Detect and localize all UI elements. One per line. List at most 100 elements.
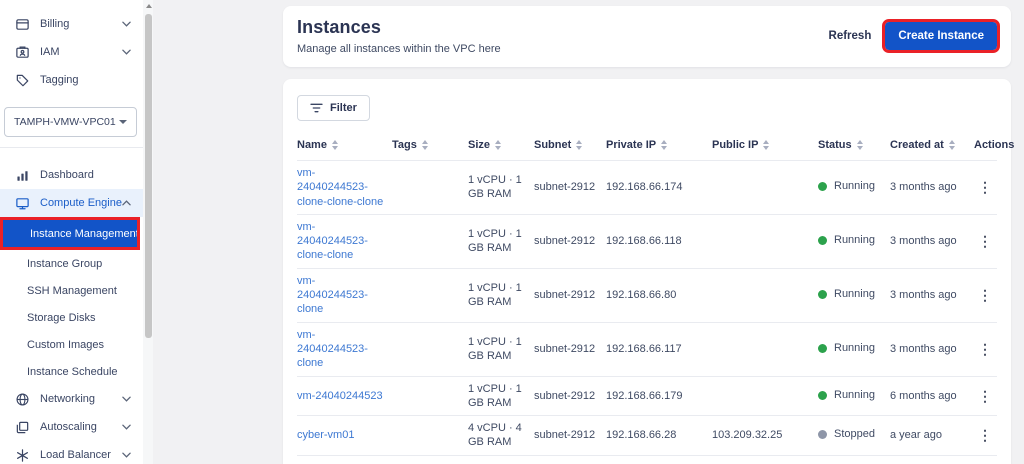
scrollbar-thumb[interactable]: [145, 14, 152, 338]
filter-button-label: Filter: [330, 102, 357, 114]
sidebar-item-dashboard[interactable]: Dashboard: [0, 161, 143, 189]
table-row: vm-24040244523-clone-clone 1 vCPU · 1 GB…: [297, 214, 997, 268]
cell-actions: ⋮: [974, 268, 997, 322]
cell-name: cyber-vm01: [297, 416, 392, 456]
cell-actions: ⋮: [974, 214, 997, 268]
instance-name-link[interactable]: vm-24040244523-clone: [297, 329, 368, 370]
sidebar-item-label: Networking: [40, 393, 95, 405]
submenu-item[interactable]: Storage Disks: [0, 304, 143, 331]
filter-button[interactable]: Filter: [297, 95, 370, 121]
instance-name-link[interactable]: vm-24040244523: [297, 390, 383, 402]
page-title: Instances: [297, 17, 501, 38]
submenu-item[interactable]: Custom Images: [0, 331, 143, 358]
cell-size: 1 vCPU · 1 GB RAM: [468, 322, 534, 376]
compute-engine-icon: [14, 195, 30, 211]
page-header-panel: Instances Manage all instances within th…: [283, 6, 1011, 67]
sort-caret-icon: [763, 140, 769, 150]
cell-private-ip: 192.168.66.80: [606, 268, 712, 322]
vpc-selector-dropdown[interactable]: TAMPH-VMW-VPC01: [4, 107, 137, 137]
column-header[interactable]: Subnet: [534, 131, 606, 161]
column-header-label: Size: [468, 139, 490, 151]
kebab-menu-icon[interactable]: ⋮: [974, 287, 996, 303]
column-header-label: Name: [297, 139, 327, 151]
sidebar-item-networking[interactable]: Networking: [0, 385, 143, 413]
chevron-down-icon: [122, 21, 131, 27]
column-header[interactable]: Size: [468, 131, 534, 161]
column-header[interactable]: Tags: [392, 131, 468, 161]
status-dot: [818, 290, 827, 299]
cell-created-at: a year ago: [890, 416, 974, 456]
cell-actions: ⋮: [974, 416, 997, 456]
column-header[interactable]: Private IP: [606, 131, 712, 161]
sort-caret-icon: [661, 140, 667, 150]
create-instance-button[interactable]: Create Instance: [885, 22, 997, 50]
sidebar-item-autoscaling[interactable]: Autoscaling: [0, 413, 143, 441]
cell-actions: ⋮: [974, 322, 997, 376]
cell-private-ip: 192.168.66.117: [606, 322, 712, 376]
cell-size: 1 vCPU · 1 GB RAM: [468, 268, 534, 322]
kebab-menu-icon[interactable]: ⋮: [974, 427, 996, 443]
sidebar-item-label: Dashboard: [40, 169, 94, 181]
cell-subnet: subnet-2912: [534, 214, 606, 268]
sidebar-item-label: Billing: [40, 18, 69, 30]
sort-caret-icon: [332, 140, 338, 150]
submenu-item[interactable]: Instance Schedule: [0, 358, 143, 385]
cell-public-ip: [712, 376, 818, 416]
status-label: Stopped: [834, 427, 875, 441]
cell-public-ip: [712, 161, 818, 215]
instance-name-link[interactable]: cyber-vm01: [297, 429, 354, 441]
cell-size: 4 vCPU · 4 GB RAM: [468, 416, 534, 456]
status-dot: [818, 236, 827, 245]
sort-caret-icon: [857, 140, 863, 150]
table-row: vm-24040244523 1 vCPU · 1 GB RAM subnet-…: [297, 376, 997, 416]
sidebar-item-billing[interactable]: Billing: [0, 10, 143, 38]
chevron-down-icon: [122, 452, 131, 458]
cell-status: Running: [818, 376, 890, 416]
submenu-item-label: SSH Management: [27, 285, 117, 297]
filter-icon: [310, 103, 323, 113]
status-label: Running: [834, 233, 875, 247]
submenu-item[interactable]: Instance Group: [0, 250, 143, 277]
scrollbar-up-arrow-icon[interactable]: [146, 4, 152, 8]
column-header[interactable]: Actions: [974, 131, 997, 161]
cell-name: vm-24040244523-clone-clone: [297, 214, 392, 268]
column-header[interactable]: Name: [297, 131, 392, 161]
column-header[interactable]: Public IP: [712, 131, 818, 161]
column-header-label: Subnet: [534, 139, 571, 151]
kebab-menu-icon[interactable]: ⋮: [974, 233, 996, 249]
status-dot: [818, 430, 827, 439]
cell-created-at: 3 months ago: [890, 161, 974, 215]
sort-caret-icon: [422, 140, 428, 150]
cell-created-at: 3 months ago: [890, 268, 974, 322]
instance-name-link[interactable]: vm-24040244523-clone-clone: [297, 221, 368, 262]
sidebar-item-load-balancer[interactable]: Load Balancer: [0, 441, 143, 464]
cell-subnet: subnet-2912: [534, 322, 606, 376]
cell-created-at: 3 months ago: [890, 322, 974, 376]
column-header-label: Private IP: [606, 139, 656, 151]
submenu-item[interactable]: Instance Management: [3, 220, 137, 247]
instance-name-link[interactable]: vm-24040244523-clone-clone-clone: [297, 167, 383, 208]
page-subtitle: Manage all instances within the VPC here: [297, 43, 501, 55]
refresh-button[interactable]: Refresh: [829, 30, 872, 42]
sidebar-item-iam[interactable]: IAM: [0, 38, 143, 66]
sidebar-item-compute-engine[interactable]: Compute Engine: [0, 189, 143, 217]
sidebar-item-label: Compute Engine: [40, 197, 122, 209]
cell-size: 1 vCPU · 1 GB RAM: [468, 376, 534, 416]
column-header-label: Public IP: [712, 139, 758, 151]
instance-name-link[interactable]: vm-24040244523-clone: [297, 275, 368, 316]
load-balancer-icon: [14, 447, 30, 463]
sidebar-item-label: Tagging: [40, 74, 79, 86]
submenu-item[interactable]: SSH Management: [0, 277, 143, 304]
column-header-label: Status: [818, 139, 852, 151]
sidebar-scrollbar[interactable]: [143, 0, 153, 464]
kebab-menu-icon[interactable]: ⋮: [974, 341, 996, 357]
status-label: Running: [834, 287, 875, 301]
sidebar-item-tagging[interactable]: Tagging: [0, 66, 143, 94]
kebab-menu-icon[interactable]: ⋮: [974, 388, 996, 404]
cell-public-ip: 103.209.32.25: [712, 416, 818, 456]
cell-tags: [392, 214, 468, 268]
column-header[interactable]: Status: [818, 131, 890, 161]
cell-name: vm-24040244523-clone-clone-clone: [297, 161, 392, 215]
column-header[interactable]: Created at: [890, 131, 974, 161]
kebab-menu-icon[interactable]: ⋮: [974, 179, 996, 195]
